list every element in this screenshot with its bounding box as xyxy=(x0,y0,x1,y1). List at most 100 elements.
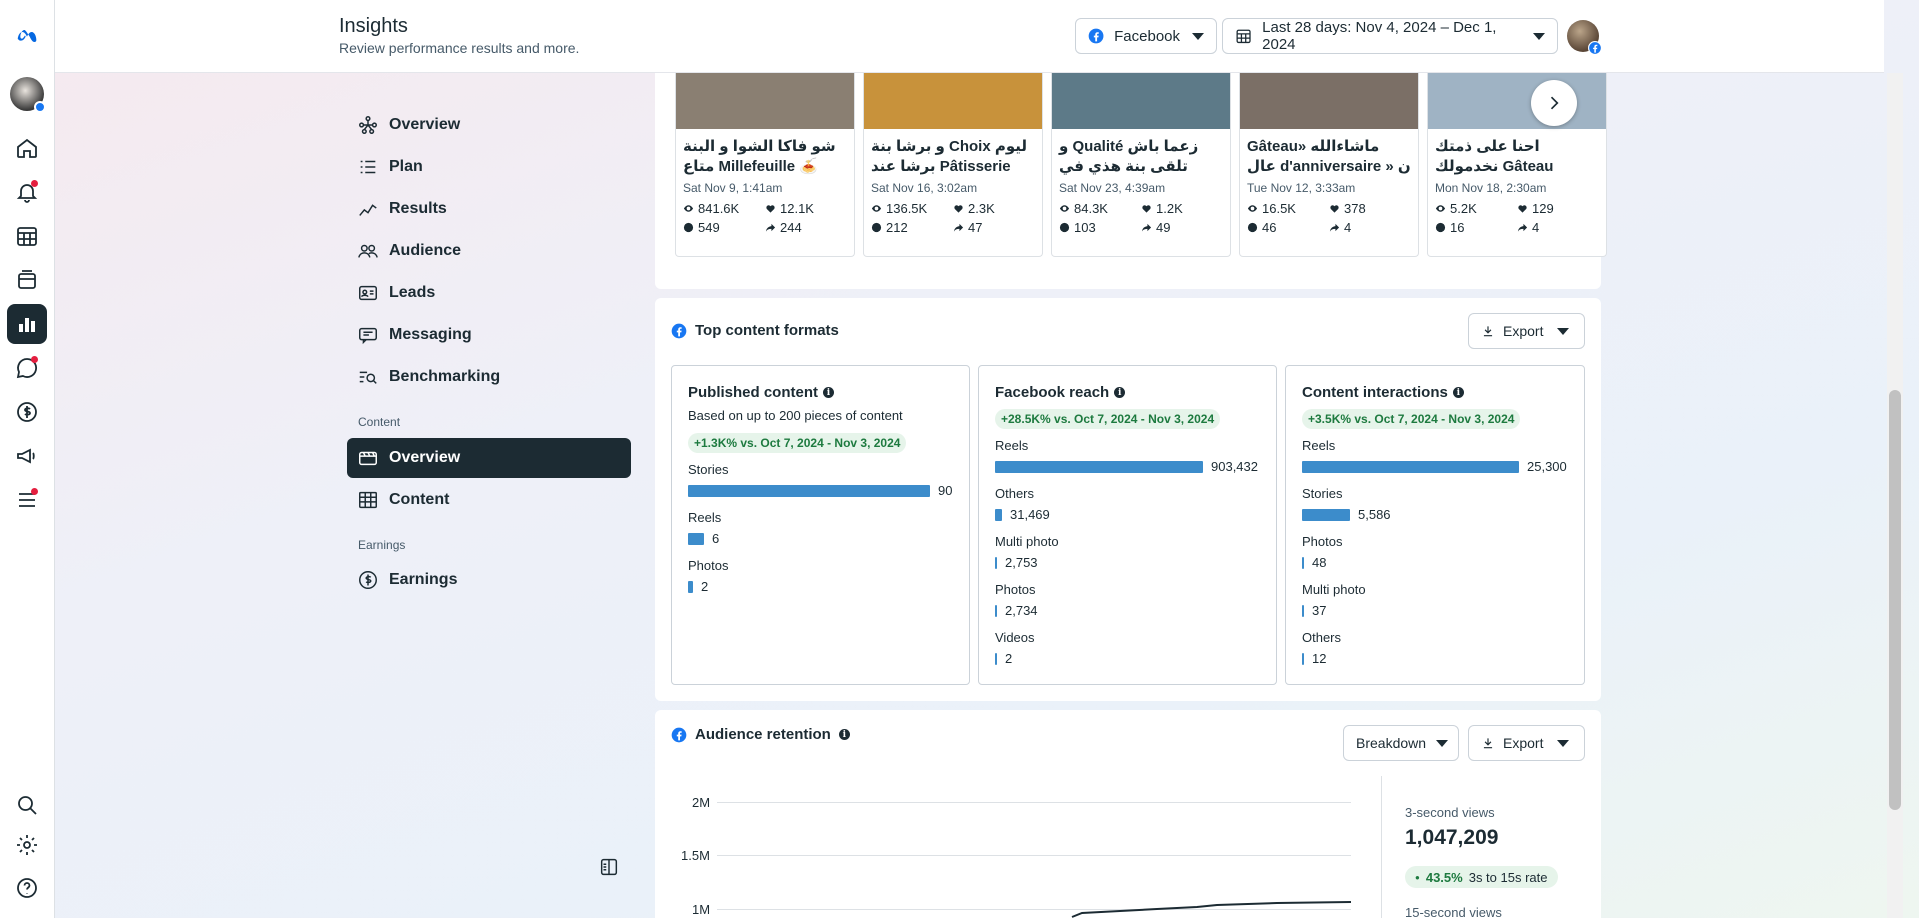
post-thumbnail[interactable] xyxy=(1428,73,1606,129)
home-icon[interactable] xyxy=(7,128,47,168)
format-row-bar xyxy=(1302,509,1350,521)
date-range-dropdown[interactable]: Last 28 days: Nov 4, 2024 – Dec 1, 2024 xyxy=(1222,18,1558,54)
notifications-icon[interactable] xyxy=(7,172,47,212)
film-icon xyxy=(359,451,377,466)
format-row-label: Videos xyxy=(995,630,1035,645)
heart-icon xyxy=(1142,205,1151,213)
post-comments: 46 xyxy=(1247,220,1329,235)
format-row-bar xyxy=(995,557,997,569)
interactions-title: Content interactions i xyxy=(1302,384,1464,401)
post-likes: 1.2K xyxy=(1141,201,1223,216)
info-icon[interactable]: i xyxy=(838,729,850,740)
formats-export-button[interactable]: Export xyxy=(1468,313,1585,349)
profile-avatar[interactable] xyxy=(1567,20,1602,55)
facebook-icon xyxy=(1588,41,1602,55)
post-card[interactable]: شو فاكا الشوا و البنة متاع Millefeuille … xyxy=(675,73,855,257)
sidebar-item-messaging[interactable]: Messaging xyxy=(347,315,631,355)
share-icon xyxy=(1517,223,1528,232)
post-thumbnail[interactable] xyxy=(1052,73,1230,129)
views-icon xyxy=(683,205,694,212)
sidebar-item-plan[interactable]: Plan xyxy=(347,147,631,187)
heart-icon xyxy=(766,205,775,213)
sidebar-item-overview[interactable]: Overview xyxy=(347,438,631,478)
content-section-label: Content xyxy=(358,415,401,429)
breakdown-label: Breakdown xyxy=(1356,735,1427,751)
sidebar-item-earnings[interactable]: Earnings xyxy=(347,560,631,600)
format-row-value: 2 xyxy=(1005,651,1013,666)
heart-icon xyxy=(1330,205,1339,213)
menu-icon[interactable] xyxy=(7,480,47,520)
post-title[interactable]: و Qualité زعما باش تلقى بنة هذي في بلاصة… xyxy=(1052,129,1230,175)
format-row-label: Others xyxy=(1302,630,1342,645)
next-posts-button[interactable] xyxy=(1531,80,1577,126)
sidebar-item-audience[interactable]: Audience xyxy=(347,231,631,271)
post-thumbnail[interactable] xyxy=(864,73,1042,129)
scrollbar-thumb[interactable] xyxy=(1889,390,1901,810)
post-shares: 4 xyxy=(1329,220,1411,235)
format-row-label: Stories xyxy=(688,462,729,477)
format-row-label: Reels xyxy=(1302,438,1336,453)
heart-icon xyxy=(954,205,963,213)
chevron-right-icon xyxy=(1550,96,1559,110)
sidebar-item-benchmarking[interactable]: Benchmarking xyxy=(347,357,631,397)
metric-label: 3-second views xyxy=(1405,805,1495,820)
platform-dropdown[interactable]: Facebook xyxy=(1075,18,1217,54)
platform-label: Facebook xyxy=(1114,27,1180,45)
earnings-section-label: Earnings xyxy=(358,538,406,552)
sidebar-item-label: Audience xyxy=(389,242,462,259)
post-card[interactable]: احنا على ذمتك نخدمولك Gâteau للفرحة خبزة… xyxy=(1427,73,1607,257)
sidebar-item-content[interactable]: Content xyxy=(347,480,631,520)
insights-icon[interactable] xyxy=(7,304,47,344)
post-thumbnail[interactable] xyxy=(676,73,854,129)
info-icon[interactable]: i xyxy=(823,387,835,398)
post-likes: 129 xyxy=(1517,201,1599,216)
post-card[interactable]: و Qualité زعما باش تلقى بنة هذي في بلاصة… xyxy=(1051,73,1231,257)
monetization-icon[interactable] xyxy=(7,392,47,432)
page-avatar[interactable] xyxy=(7,74,47,114)
planner-icon[interactable] xyxy=(7,216,47,256)
sidebar-item-overview[interactable]: Overview xyxy=(347,105,631,145)
breakdown-button[interactable]: Breakdown xyxy=(1343,725,1459,761)
post-title[interactable]: شو فاكا الشوا و البنة متاع Millefeuille … xyxy=(676,129,854,175)
format-row-label: Others xyxy=(995,486,1035,501)
share-icon xyxy=(1329,223,1340,232)
ads-icon[interactable] xyxy=(7,436,47,476)
format-row-bar xyxy=(1302,557,1304,569)
format-row-value: 903,432 xyxy=(1211,459,1258,474)
y-tick-2m: 2M xyxy=(692,795,711,810)
content-library-icon[interactable] xyxy=(7,260,47,300)
share-icon xyxy=(953,223,964,232)
post-card[interactable]: و برشا بنة Choix ليوم برشا عند Pâtisseri… xyxy=(863,73,1043,257)
retention-title: Audience retention i xyxy=(671,726,850,743)
info-icon[interactable]: i xyxy=(1114,387,1126,398)
meta-logo-icon[interactable] xyxy=(7,16,47,56)
retention-export-button[interactable]: Export xyxy=(1468,725,1585,761)
share-icon xyxy=(1141,223,1152,232)
sidebar-item-leads[interactable]: Leads xyxy=(347,273,631,313)
search-icon[interactable] xyxy=(7,785,47,825)
post-title[interactable]: Gâteau» ماشاءالله عال d'anniversaire » ن… xyxy=(1240,129,1418,175)
published-desc: Based on up to 200 pieces of content xyxy=(688,408,903,423)
inbox-icon[interactable] xyxy=(7,348,47,388)
magnify-icon xyxy=(359,371,377,384)
post-card[interactable]: Gâteau» ماشاءالله عال d'anniversaire » ن… xyxy=(1239,73,1419,257)
post-title[interactable]: و برشا بنة Choix ليوم برشا عند Pâtisseri… xyxy=(864,129,1042,175)
sidebar-item-label: Overview xyxy=(389,449,461,466)
format-row-label: Reels xyxy=(688,510,722,525)
help-icon[interactable] xyxy=(7,868,47,908)
format-row-label: Multi photo xyxy=(1302,582,1366,597)
trend-icon xyxy=(359,204,377,216)
sidebar-item-results[interactable]: Results xyxy=(347,189,631,229)
format-row-value: 2 xyxy=(701,579,709,594)
settings-icon[interactable] xyxy=(7,825,47,865)
post-views: 841.6K xyxy=(683,201,765,216)
share-icon xyxy=(765,223,776,232)
sidebar-item-label: Benchmarking xyxy=(389,368,501,385)
comment-icon xyxy=(1059,222,1070,233)
collapse-sidebar-icon[interactable] xyxy=(598,856,620,878)
post-title[interactable]: احنا على ذمتك نخدمولك Gâteau للفرحة خبزة xyxy=(1428,129,1606,175)
info-icon[interactable]: i xyxy=(1452,387,1464,398)
post-thumbnail[interactable] xyxy=(1240,73,1418,129)
format-row-value: 25,300 xyxy=(1527,459,1567,474)
export-label: Export xyxy=(1503,323,1544,339)
